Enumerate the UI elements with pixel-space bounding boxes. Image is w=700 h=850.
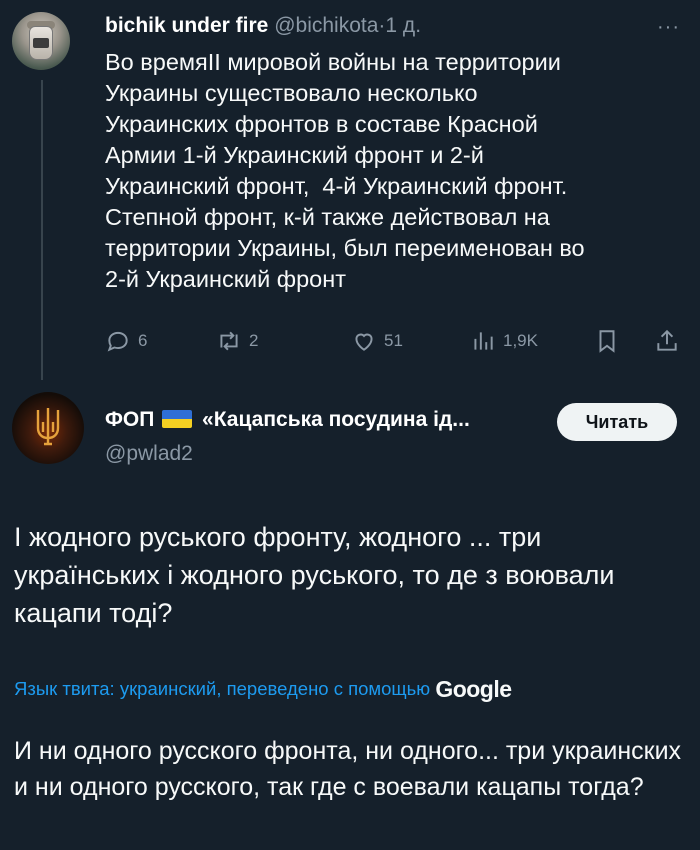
translation-note-text: Язык твита: украинский, переведено с пом… <box>14 678 431 699</box>
like-count: 51 <box>384 331 403 350</box>
more-options-icon[interactable]: ··· <box>657 16 680 39</box>
reply-icon <box>107 331 128 352</box>
bookmark-button[interactable] <box>594 328 627 354</box>
author-name[interactable]: ФОП «Кацапська посудина ід... <box>105 408 470 432</box>
parent-tweet[interactable]: bichik under fire @bichikota·1 д. ··· Во… <box>0 0 700 390</box>
author-handle[interactable]: @pwlad2 <box>105 442 193 466</box>
reply-count: 6 <box>138 331 148 350</box>
repost-count: 2 <box>249 331 259 350</box>
translated-text: И ни одного русского фронта, ни одного..… <box>14 737 682 801</box>
repost-icon <box>220 331 238 351</box>
tweet-time[interactable]: 1 д. <box>385 14 421 37</box>
bookmark-icon <box>599 330 615 353</box>
author-handle[interactable]: @bichikota <box>274 14 378 37</box>
translation-note[interactable]: Язык твита: украинский, переведено с пом… <box>14 676 512 703</box>
google-logo: Google <box>435 676 512 702</box>
reply-tweet[interactable]: ФОП «Кацапська посудина ід... @pwlad2 Чи… <box>0 390 700 850</box>
tweet-actions: 6 2 51 1,9K <box>105 328 685 358</box>
like-icon <box>355 333 373 351</box>
author-name-prefix: ФОП <box>105 408 155 431</box>
ukraine-flag-icon <box>162 410 193 428</box>
repost-button[interactable]: 2 <box>216 328 258 354</box>
avatar[interactable] <box>12 392 84 464</box>
views-count: 1,9K <box>503 331 538 350</box>
views-icon <box>474 332 493 350</box>
share-icon <box>657 329 677 351</box>
like-button[interactable]: 51 <box>351 328 403 354</box>
share-button[interactable] <box>654 328 687 354</box>
reply-button[interactable]: 6 <box>105 328 147 354</box>
views-button[interactable]: 1,9K <box>470 328 538 354</box>
trident-icon <box>36 408 60 446</box>
tweet-text: І жодного руського фронту, жодного ... т… <box>14 522 615 628</box>
author-name-suffix: «Кацапська посудина ід... <box>202 408 470 431</box>
tweet-header: bichik under fire @bichikota·1 д. <box>105 14 421 38</box>
tweet-text: Во времяII мировой войны на территории У… <box>105 49 585 292</box>
avatar[interactable] <box>12 12 70 70</box>
avatar-jar-label <box>33 38 49 48</box>
follow-button[interactable]: Читать <box>557 403 677 441</box>
author-name[interactable]: bichik under fire <box>105 14 268 37</box>
